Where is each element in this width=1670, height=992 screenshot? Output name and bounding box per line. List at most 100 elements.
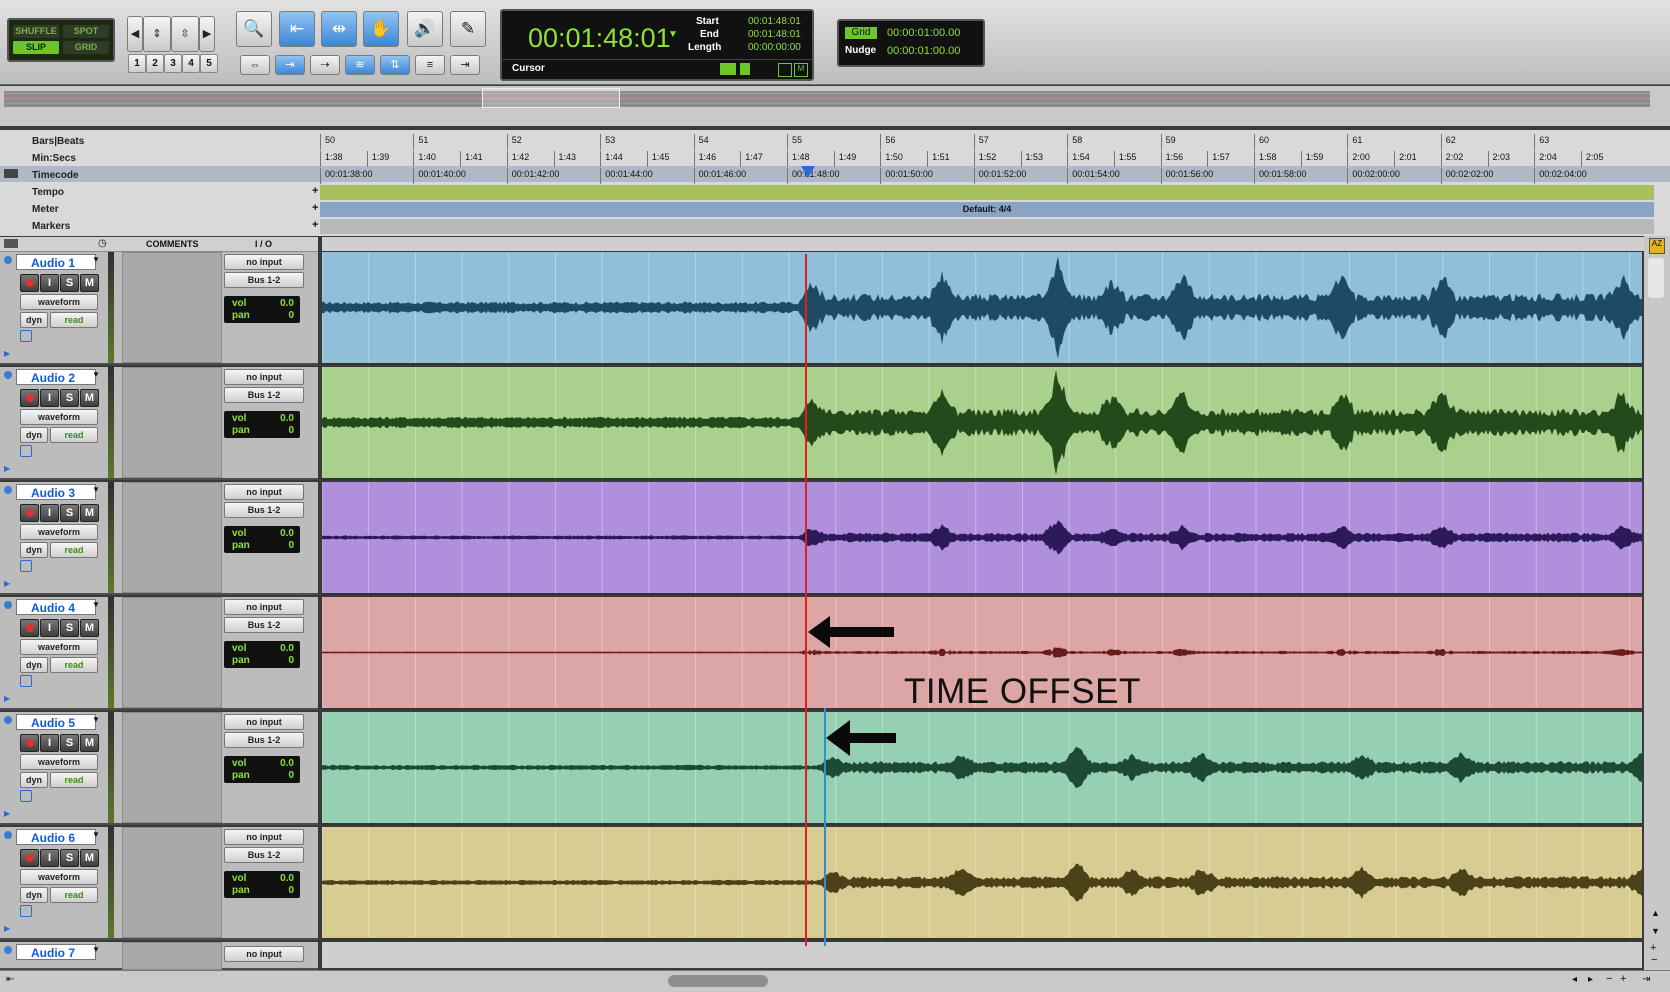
solo-button[interactable]: S [60,504,79,522]
timebase-icon[interactable] [20,560,32,572]
link-track-selection-icon[interactable]: ≋ [345,55,375,75]
start-value[interactable]: 00:01:48:01 [748,16,801,27]
vol-pan-display[interactable]: vol 0.0 pan 0 [224,756,300,783]
marker-icon[interactable]: M [794,63,808,77]
zoom-preset-5[interactable]: 5 [200,54,218,73]
pencil-tool-icon[interactable]: ✎ [450,11,486,47]
horizontal-scrollbar[interactable]: ⇤ ◂ ▸ − + ⇥ [0,970,1670,992]
track-view-selector[interactable]: waveform [20,294,98,310]
chevron-right-icon[interactable]: ▸ [1588,974,1593,985]
dyn-toggle[interactable]: dyn [20,657,48,673]
chevron-down-icon[interactable]: ▼ [92,945,100,954]
grid-mode-button[interactable]: GRID [63,41,109,54]
pan-value[interactable]: 0 [288,770,294,781]
tempo-ruler-label[interactable]: Tempo [32,187,64,198]
track-name[interactable]: Audio 2 [16,369,96,385]
pan-value[interactable]: 0 [288,310,294,321]
grid-value[interactable]: 00:00:01:00.00 [887,27,960,39]
expand-track-icon[interactable]: ▶ [4,464,10,473]
loop-icon[interactable] [778,63,792,77]
minsecs-ruler-label[interactable]: Min:Secs [32,153,76,164]
track-select-icon[interactable] [4,946,12,954]
solo-button[interactable]: S [60,734,79,752]
output-selector[interactable]: Bus 1-2 [224,732,304,748]
solo-button[interactable]: S [60,389,79,407]
track-comments-field[interactable] [122,942,222,970]
vol-value[interactable]: 0.0 [280,643,294,654]
input-selector[interactable]: no input [224,599,304,615]
vertical-scrollbar[interactable]: AZ ▲ ▼ + − [1644,236,1670,970]
minsecs-ruler[interactable]: 1:38 1:39 1:40 1:41 1:42 1:43 1:44 1:45 1:46 1:47… [320,151,1654,167]
input-selector[interactable]: no input [224,254,304,270]
vol-value[interactable]: 0.0 [280,298,294,309]
output-selector[interactable]: Bus 1-2 [224,617,304,633]
record-enable-button[interactable] [20,504,39,522]
input-selector[interactable]: no input [224,369,304,385]
chevron-down-icon[interactable]: ▼ [92,485,100,494]
zoom-plus-icon[interactable]: + [1620,973,1626,985]
solo-button[interactable]: S [60,849,79,867]
track-comments-field[interactable] [122,482,222,593]
slip-mode-button[interactable]: SLIP [13,41,59,54]
shuffle-mode-button[interactable]: SHUFFLE [13,25,59,38]
meter-ruler[interactable]: Default: 4/4 [320,202,1654,217]
input-selector[interactable]: no input [224,714,304,730]
dyn-toggle[interactable]: dyn [20,542,48,558]
playhead-marker[interactable] [801,166,815,178]
sort-icon[interactable]: AZ [1649,238,1665,254]
track-comments-field[interactable] [122,252,222,363]
input-monitor-button[interactable]: I [40,849,59,867]
markers-ruler[interactable] [320,219,1654,234]
expand-track-icon[interactable]: ▶ [4,809,10,818]
length-value[interactable]: 00:00:00:00 [748,42,801,53]
tempo-ruler[interactable] [320,185,1654,200]
automation-mode-selector[interactable]: read [50,657,98,673]
zoom-preset-4[interactable]: 4 [182,54,200,73]
timebase-icon[interactable] [20,905,32,917]
zoom-toggle-icon[interactable]: ⇔ [240,55,270,75]
markers-add-icon[interactable]: + [312,219,318,231]
zoom-plus-icon[interactable]: + [1650,942,1656,954]
link-timeline-icon[interactable]: ⇢ [310,55,340,75]
jump-end-icon[interactable]: ⇥ [1642,974,1650,985]
expand-track-icon[interactable]: ▶ [4,694,10,703]
input-monitor-button[interactable]: I [40,504,59,522]
input-selector[interactable]: no input [224,829,304,845]
audio-clip[interactable] [322,482,1642,595]
insertion-follows-icon[interactable]: ≡ [415,55,445,75]
chevron-down-icon[interactable]: ▼ [92,830,100,839]
track-view-selector[interactable]: waveform [20,409,98,425]
record-enable-button[interactable] [20,389,39,407]
bars-beats-ruler[interactable]: 50 51 52 53 54 55 56 57 58 59 60 61 62 63 [320,134,1654,150]
chevron-down-icon[interactable]: ▼ [92,715,100,724]
mute-button[interactable]: M [80,734,99,752]
grabber-hand-icon[interactable]: ✋ [363,11,399,47]
meter-ruler-label[interactable]: Meter [32,204,59,215]
expand-track-icon[interactable]: ▶ [4,349,10,358]
markers-ruler-label[interactable]: Markers [32,221,70,232]
audio-clip[interactable] [322,252,1642,365]
vol-pan-display[interactable]: vol 0.0 pan 0 [224,296,300,323]
track-comments-field[interactable] [122,827,222,938]
automation-mode-selector[interactable]: read [50,427,98,443]
jump-start-icon[interactable]: ⇤ [6,974,14,985]
ruler-menu-icon[interactable] [4,169,18,178]
track-select-icon[interactable] [4,256,12,264]
midi-zoom-button[interactable]: ⇳ [171,16,199,52]
sync-icon[interactable] [720,63,736,75]
track-name[interactable]: Audio 4 [16,599,96,615]
vol-pan-display[interactable]: vol 0.0 pan 0 [224,526,300,553]
mirror-midi-icon[interactable]: ⇅ [380,55,410,75]
automation-mode-selector[interactable]: read [50,542,98,558]
automation-mode-selector[interactable]: read [50,312,98,328]
output-selector[interactable]: Bus 1-2 [224,847,304,863]
pan-value[interactable]: 0 [288,885,294,896]
timecode-ruler[interactable]: 00:01:38:00 00:01:40:00 00:01:42:00 00:01:4… [320,168,1654,184]
chevron-down-icon[interactable]: ▼ [92,255,100,264]
chevron-down-icon[interactable]: ▼ [1651,926,1660,936]
vol-value[interactable]: 0.0 [280,413,294,424]
input-monitor-button[interactable]: I [40,274,59,292]
chevron-down-icon[interactable]: ▼ [92,370,100,379]
vol-value[interactable]: 0.0 [280,873,294,884]
record-enable-button[interactable] [20,849,39,867]
